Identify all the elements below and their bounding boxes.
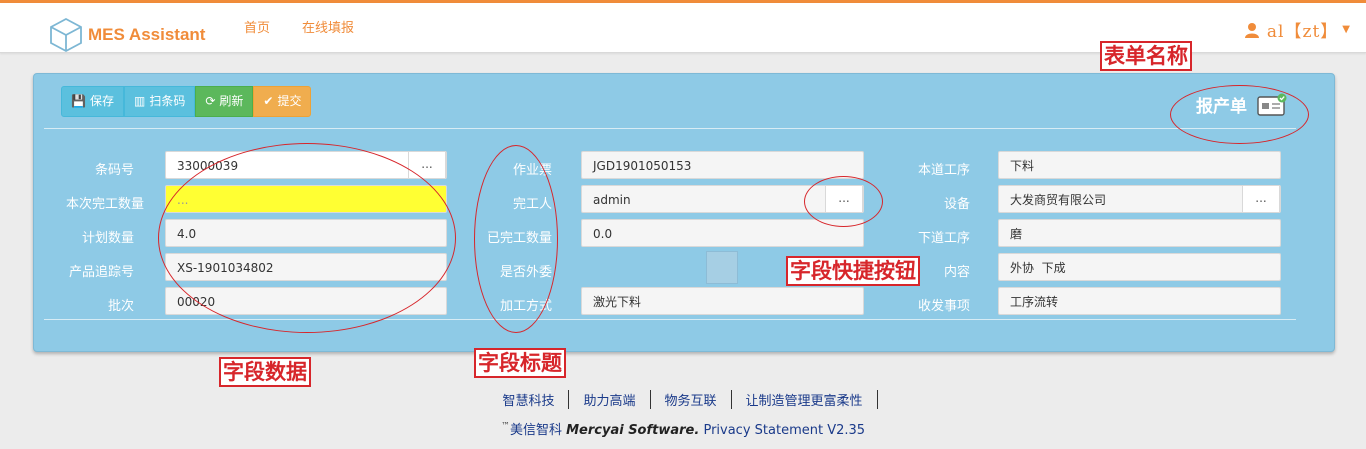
label-completed-qty: 本次完工数量 — [65, 197, 144, 212]
dispatch-item-field[interactable]: 工序流转 — [998, 287, 1281, 315]
label-current-step: 本道工序 — [917, 163, 970, 178]
refresh-icon: ⟳ — [205, 94, 216, 108]
user-name: al【zt】 — [1266, 22, 1339, 42]
cube-logo-icon — [50, 17, 82, 53]
annotation-outline-field-data — [158, 143, 456, 333]
annotation-outline-field-title — [474, 145, 558, 333]
label-barcode: 条码号 — [94, 163, 134, 178]
annotation-form-name: 表单名称 — [1100, 41, 1192, 71]
label-dispatch-item: 收发事项 — [917, 299, 970, 314]
label-batch: 批次 — [107, 299, 134, 314]
company-cn: 美信智科 — [509, 423, 562, 438]
privacy-statement[interactable]: Privacy Statement V2.35 — [703, 423, 865, 438]
refresh-button[interactable]: ⟳ 刷新 — [195, 86, 254, 117]
submit-label: 提交 — [277, 94, 302, 108]
scan-barcode-button[interactable]: ▥ 扫条码 — [123, 86, 196, 117]
annotation-outline-shortcut — [804, 176, 883, 227]
current-step-field[interactable]: 下料 — [998, 151, 1281, 179]
company-en: Mercyai Software. — [566, 423, 700, 438]
user-menu[interactable]: al【zt】 ▼ — [1244, 17, 1350, 42]
nav-home[interactable]: 首页 — [244, 17, 270, 36]
refresh-label: 刷新 — [219, 94, 244, 108]
annotation-outline-form-name — [1170, 85, 1309, 144]
annotation-field-title: 字段标题 — [474, 348, 566, 378]
check-icon: ✔ — [263, 94, 274, 108]
footer-link[interactable]: 智慧科技 — [488, 390, 570, 409]
save-icon: 💾 — [71, 94, 86, 108]
next-step-field[interactable]: 磨 — [998, 219, 1281, 247]
scan-label: 扫条码 — [149, 94, 186, 108]
footer-link[interactable]: 物务互联 — [651, 390, 732, 409]
nav-online-fill[interactable]: 在线填报 — [302, 17, 354, 36]
annotation-field-shortcut: 字段快捷按钮 — [786, 256, 920, 286]
submit-button[interactable]: ✔ 提交 — [253, 86, 312, 117]
finished-qty-field[interactable]: 0.0 — [581, 219, 864, 247]
barcode-icon: ▥ — [133, 94, 146, 108]
caret-down-icon: ▼ — [1342, 24, 1350, 35]
footer-link[interactable]: 助力高端 — [569, 390, 651, 409]
content-field[interactable]: 外协 下成 — [998, 253, 1281, 281]
equipment-field[interactable]: 大发商贸有限公司 ... — [998, 185, 1281, 213]
label-equipment: 设备 — [943, 197, 970, 212]
trademark: ™ — [500, 421, 510, 432]
user-icon — [1244, 22, 1259, 38]
divider-top — [44, 128, 1296, 129]
brand-name: MES Assistant — [88, 25, 206, 44]
worker-value: admin — [593, 193, 631, 207]
equipment-value: 大发商贸有限公司 — [1010, 193, 1107, 207]
work-ticket-field[interactable]: JGD1901050153 — [581, 151, 864, 179]
footer-links: 智慧科技 助力高端 物务互联 让制造管理更富柔性 — [0, 390, 1366, 409]
annotation-field-data: 字段数据 — [219, 357, 311, 387]
label-next-step: 下道工序 — [917, 231, 970, 246]
copyright: ™美信智科 Mercyai Software. Privacy Statemen… — [0, 419, 1366, 438]
label-planned-qty: 计划数量 — [81, 231, 134, 246]
outsourced-toggle[interactable] — [706, 251, 738, 284]
save-button[interactable]: 💾 保存 — [61, 86, 124, 117]
toolbar: 💾 保存 ▥ 扫条码 ⟳ 刷新 ✔ 提交 — [61, 86, 312, 117]
footer-link[interactable]: 让制造管理更富柔性 — [732, 390, 878, 409]
save-label: 保存 — [89, 94, 114, 108]
process-method-field[interactable]: 激光下料 — [581, 287, 864, 315]
equipment-lookup-button[interactable]: ... — [1242, 185, 1280, 213]
label-tracking-no: 产品追踪号 — [68, 265, 134, 280]
brand[interactable]: MES Assistant — [48, 15, 205, 55]
